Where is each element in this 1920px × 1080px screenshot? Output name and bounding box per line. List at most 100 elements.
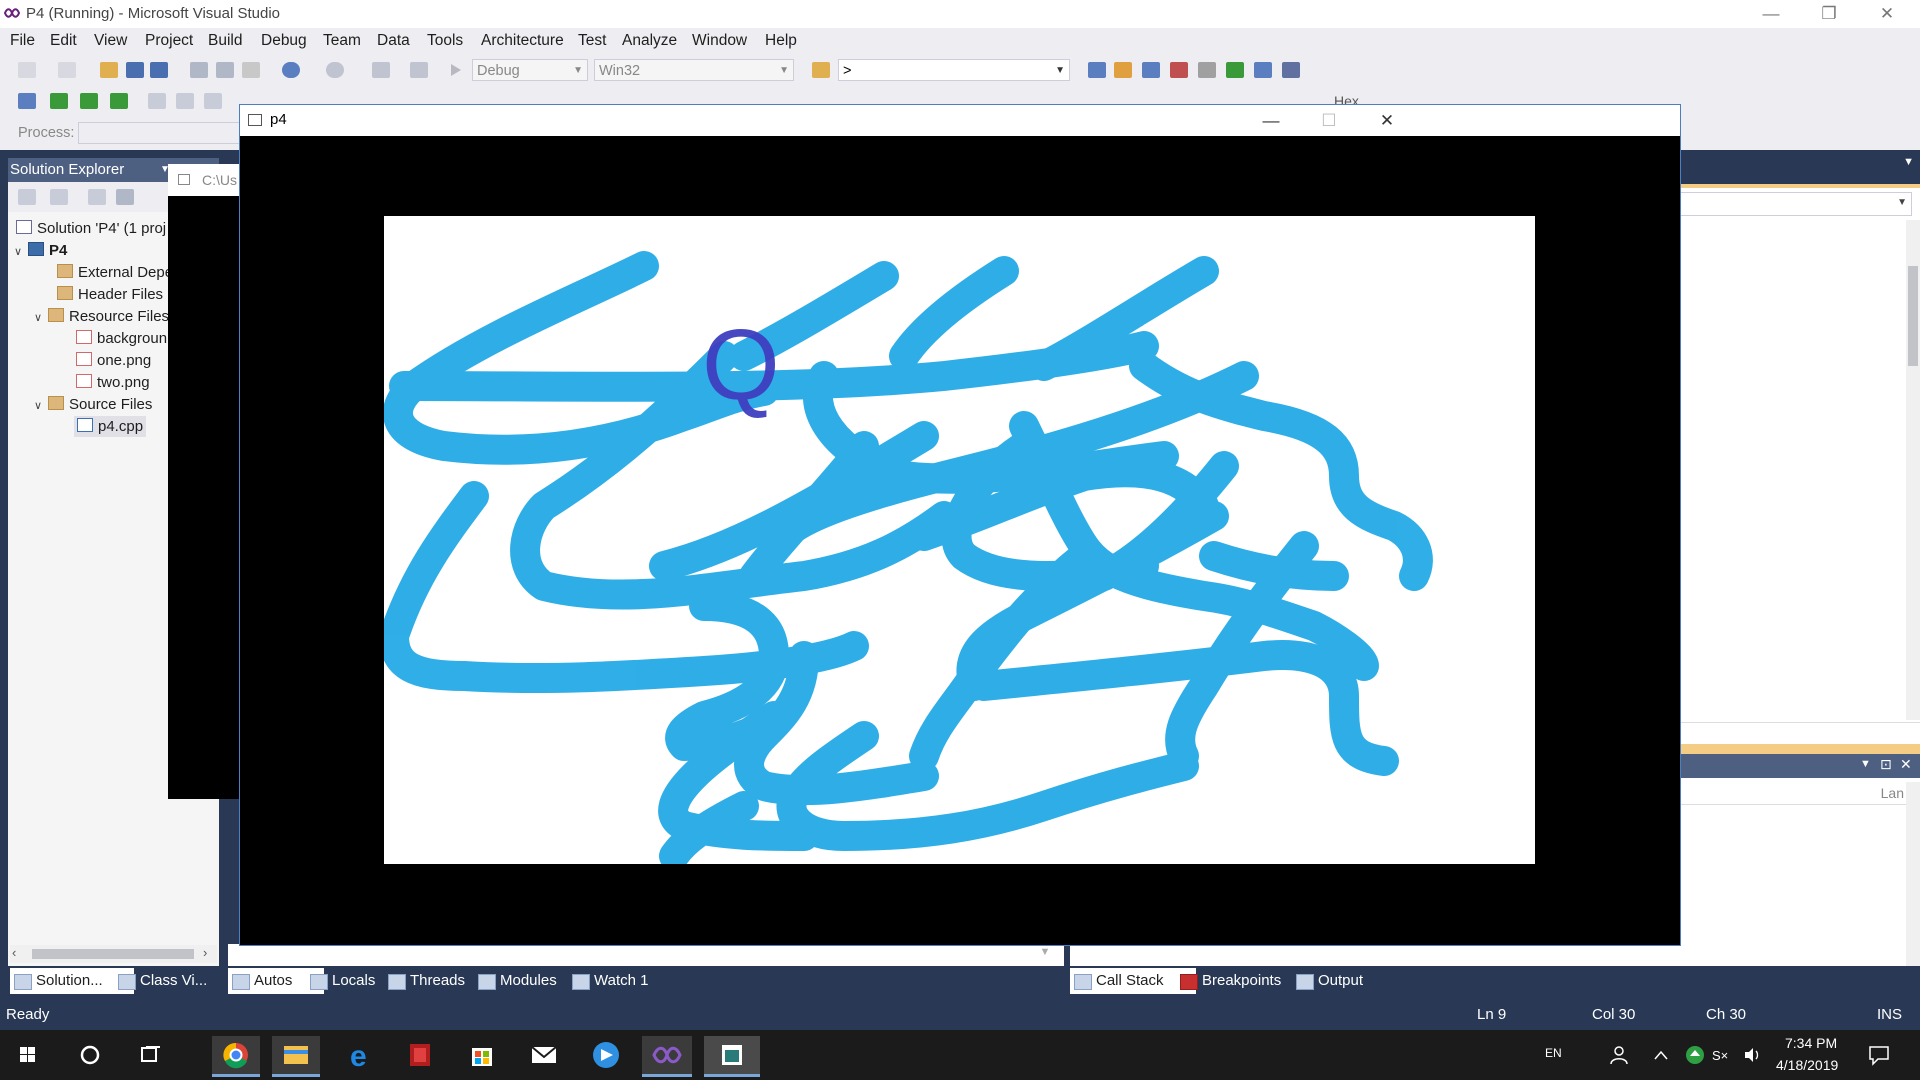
align-icon[interactable]: [176, 93, 194, 109]
file-explorer-icon[interactable]: [272, 1036, 320, 1077]
mail-icon[interactable]: [520, 1036, 568, 1074]
cortana-icon[interactable]: [70, 1036, 110, 1074]
menu-tools[interactable]: Tools: [427, 32, 463, 50]
action-center-icon[interactable]: [1868, 1044, 1890, 1066]
solution-explorer-hscrollbar[interactable]: ‹ ›: [10, 945, 217, 963]
tree-item-two-png[interactable]: two.png: [76, 374, 150, 391]
redo-icon[interactable]: [326, 62, 344, 78]
show-next-statement-icon[interactable]: [18, 93, 36, 109]
video-app-icon[interactable]: [582, 1036, 630, 1074]
panel-close-icon[interactable]: ✕: [1900, 756, 1912, 773]
step-into-icon[interactable]: [50, 93, 68, 109]
tab-class-view[interactable]: Class Vi...: [114, 968, 232, 994]
properties-view-icon[interactable]: [18, 189, 36, 205]
format-icon[interactable]: [148, 93, 166, 109]
input-language[interactable]: EN: [1545, 1046, 1562, 1060]
tree-item-p4-cpp[interactable]: p4.cpp: [74, 416, 147, 437]
navigate-forward-icon[interactable]: [410, 62, 428, 78]
menu-test[interactable]: Test: [578, 32, 606, 50]
tools-icon[interactable]: [1198, 62, 1216, 78]
step-over-icon[interactable]: [80, 93, 98, 109]
show-all-files-icon[interactable]: [50, 189, 68, 205]
people-icon[interactable]: [1608, 1044, 1630, 1066]
media-app-icon[interactable]: [396, 1036, 444, 1074]
wifi-disconnected-icon[interactable]: Ѕ×: [1712, 1045, 1734, 1065]
tree-item-resource-files[interactable]: ∨ Resource Files: [34, 308, 169, 325]
drawing-canvas[interactable]: Q: [384, 216, 1535, 864]
tree-item-background-png[interactable]: backgroun: [76, 330, 167, 347]
edge-icon[interactable]: e: [336, 1036, 384, 1074]
new-project-icon[interactable]: [18, 62, 36, 78]
copy-icon[interactable]: [216, 62, 234, 78]
minimize-button[interactable]: —: [1742, 0, 1800, 28]
panel-dropdown-icon[interactable]: ▼: [1860, 758, 1871, 770]
menu-file[interactable]: File: [10, 32, 35, 50]
add-item-icon[interactable]: [58, 62, 76, 78]
pin-icon[interactable]: ⊡: [1880, 756, 1892, 773]
object-browser-icon[interactable]: [1142, 62, 1160, 78]
scroll-left-icon[interactable]: ‹: [12, 945, 16, 960]
step-out-icon[interactable]: [110, 93, 128, 109]
tab-output[interactable]: Output: [1292, 968, 1398, 994]
find-in-files-icon[interactable]: [812, 62, 830, 78]
start-icon[interactable]: [8, 1036, 48, 1074]
menu-debug[interactable]: Debug: [261, 32, 307, 50]
p4-maximize-button[interactable]: ☐: [1300, 107, 1358, 135]
start-page-icon[interactable]: [1226, 62, 1244, 78]
scrollbar-thumb[interactable]: [1908, 266, 1918, 366]
process-select[interactable]: [78, 122, 248, 144]
output-scrollbar[interactable]: [1906, 782, 1920, 966]
solution-explorer-icon[interactable]: [1088, 62, 1106, 78]
store-icon[interactable]: [458, 1036, 506, 1074]
class-diagram-icon[interactable]: [116, 189, 134, 205]
tree-item-external-dependencies[interactable]: External Depe: [57, 264, 173, 281]
tab-dropdown-icon[interactable]: ▼: [1903, 156, 1914, 168]
editor-vertical-scrollbar[interactable]: [1906, 220, 1920, 720]
menu-analyze[interactable]: Analyze: [622, 32, 677, 50]
menu-window[interactable]: Window: [692, 32, 747, 50]
menu-view[interactable]: View: [94, 32, 127, 50]
undo-icon[interactable]: [282, 62, 300, 78]
p4-close-button[interactable]: ✕: [1358, 107, 1416, 135]
tree-item-one-png[interactable]: one.png: [76, 352, 151, 369]
team-explorer-icon[interactable]: [1254, 62, 1272, 78]
navigate-backward-icon[interactable]: [372, 62, 390, 78]
paste-icon[interactable]: [242, 62, 260, 78]
collapse-icon[interactable]: ∨: [34, 311, 48, 324]
tab-watch-1[interactable]: Watch 1: [568, 968, 678, 994]
menu-help[interactable]: Help: [765, 32, 797, 50]
collapse-icon[interactable]: ∨: [14, 245, 28, 258]
menu-project[interactable]: Project: [145, 32, 193, 50]
close-button[interactable]: ✕: [1858, 0, 1916, 28]
open-file-icon[interactable]: [100, 62, 118, 78]
refresh-icon[interactable]: [88, 189, 106, 205]
scroll-right-icon[interactable]: ›: [203, 945, 207, 960]
task-view-icon[interactable]: [130, 1036, 170, 1074]
hscrollbar-thumb[interactable]: [32, 949, 194, 959]
restore-button[interactable]: ❐: [1800, 0, 1858, 28]
solution-platform-select[interactable]: Win32 ▼: [594, 59, 794, 81]
menu-build[interactable]: Build: [208, 32, 242, 50]
autos-scroll-down-icon[interactable]: ▼: [1028, 946, 1062, 966]
p4-minimize-button[interactable]: —: [1242, 107, 1300, 135]
volume-icon[interactable]: [1742, 1045, 1762, 1065]
menu-architecture[interactable]: Architecture: [481, 32, 564, 50]
start-debugging-icon[interactable]: [450, 63, 462, 77]
p4-title-bar[interactable]: — ☐ ✕: [240, 105, 1680, 136]
console-window[interactable]: [168, 164, 240, 799]
save-all-icon[interactable]: [150, 62, 168, 78]
size-icon[interactable]: [204, 93, 222, 109]
p4-app-icon[interactable]: [704, 1036, 760, 1077]
tree-item-project[interactable]: ∨ P4: [14, 242, 67, 259]
tree-item-header-files[interactable]: Header Files: [57, 286, 163, 303]
tree-item-source-files[interactable]: ∨ Source Files: [34, 396, 152, 413]
show-hidden-icons-icon[interactable]: [1653, 1048, 1669, 1062]
clock-date[interactable]: 4/18/2019: [1776, 1057, 1838, 1073]
editor-horizontal-scrollbar[interactable]: [1680, 722, 1920, 745]
cut-icon[interactable]: [190, 62, 208, 78]
member-navigation-select[interactable]: ▼: [1680, 192, 1912, 216]
menu-data[interactable]: Data: [377, 32, 410, 50]
clock-time[interactable]: 7:34 PM: [1785, 1035, 1837, 1051]
visual-studio-icon[interactable]: [642, 1036, 692, 1077]
chrome-icon[interactable]: [212, 1036, 260, 1077]
